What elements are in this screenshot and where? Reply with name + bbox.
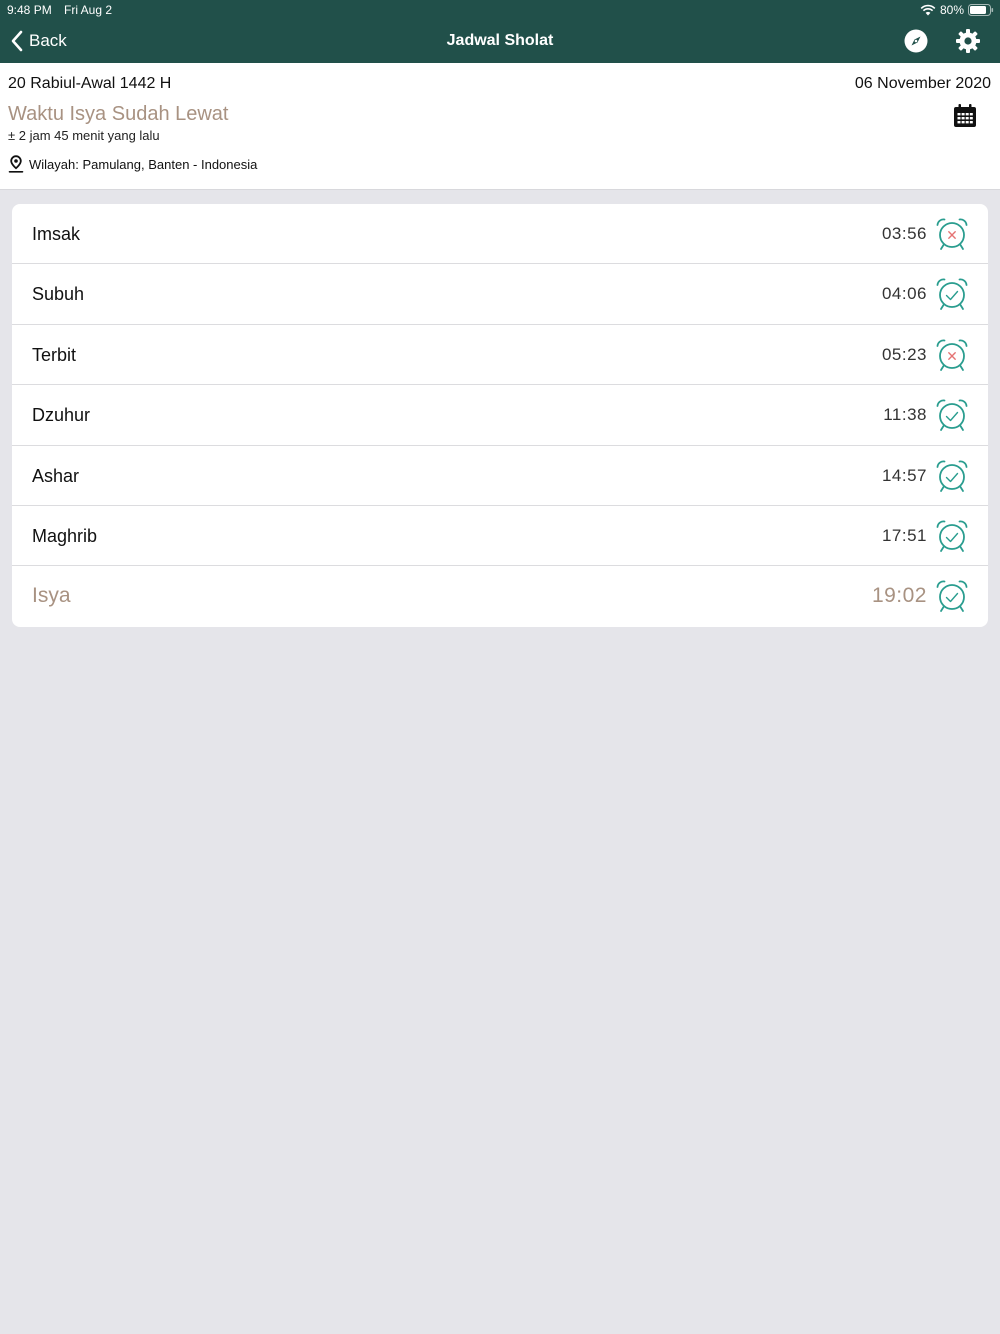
prayer-name: Ashar bbox=[32, 465, 80, 486]
battery-percent: 80% bbox=[939, 3, 964, 17]
battery-icon bbox=[968, 4, 994, 16]
alarm-on-icon[interactable] bbox=[935, 519, 969, 553]
page-title: Jadwal Sholat bbox=[446, 32, 554, 49]
prayer-time: 11:38 bbox=[883, 405, 927, 425]
prayer-name: Subuh bbox=[32, 284, 85, 305]
alarm-on-icon[interactable] bbox=[935, 459, 969, 493]
prayer-name: Terbit bbox=[32, 344, 77, 365]
time-ago: ± 2 jam 45 menit yang lalu bbox=[8, 128, 160, 143]
alarm-on-icon[interactable] bbox=[935, 398, 969, 432]
prayer-row-maghrib[interactable]: Maghrib 17:51 bbox=[12, 506, 988, 567]
gear-icon[interactable] bbox=[955, 28, 981, 54]
prayer-times-list: Imsak 03:56 Subuh 04:06 Terbit 05:23 Dzu… bbox=[12, 204, 988, 627]
region-info: Wilayah: Pamulang, Banten - Indonesia bbox=[8, 155, 257, 173]
alarm-on-icon[interactable] bbox=[935, 277, 969, 311]
wifi-icon bbox=[920, 4, 936, 16]
prayer-time: 04:06 bbox=[881, 284, 927, 304]
date-info-panel: 20 Rabiul-Awal 1442 H 06 November 2020 W… bbox=[0, 63, 1000, 190]
prayer-name: Maghrib bbox=[32, 525, 98, 546]
prayer-time: 19:02 bbox=[871, 584, 927, 608]
prayer-time: 05:23 bbox=[881, 344, 927, 364]
prayer-time: 17:51 bbox=[881, 525, 927, 545]
hijri-date: 20 Rabiul-Awal 1442 H bbox=[8, 75, 172, 92]
gregorian-date: 06 November 2020 bbox=[854, 75, 991, 92]
prayer-time: 03:56 bbox=[881, 224, 927, 243]
prayer-name: Imsak bbox=[32, 224, 81, 244]
prayer-row-imsak[interactable]: Imsak 03:56 bbox=[12, 204, 988, 265]
status-day: Fri Aug 2 bbox=[64, 3, 113, 17]
prayer-row-subuh[interactable]: Subuh 04:06 bbox=[12, 264, 988, 325]
alarm-off-icon[interactable] bbox=[935, 338, 969, 372]
prayer-row-dzuhur[interactable]: Dzuhur 11:38 bbox=[12, 385, 988, 446]
compass-icon[interactable] bbox=[903, 28, 929, 54]
alarm-on-icon[interactable] bbox=[935, 579, 969, 613]
prayer-name: Dzuhur bbox=[32, 405, 91, 426]
prayer-status-message: Waktu Isya Sudah Lewat bbox=[8, 103, 229, 125]
prayer-name: Isya bbox=[32, 584, 71, 608]
prayer-row-ashar[interactable]: Ashar 14:57 bbox=[12, 446, 988, 506]
prayer-row-isya[interactable]: Isya 19:02 bbox=[12, 566, 988, 626]
location-pin-icon bbox=[8, 155, 24, 173]
navigation-bar: 9:48 PM Fri Aug 2 80% Back Jadwal Sholat bbox=[0, 0, 1000, 63]
status-indicators: 80% bbox=[920, 2, 994, 18]
status-time: 9:48 PM bbox=[7, 3, 52, 17]
region-label: Wilayah: Pamulang, Banten - Indonesia bbox=[29, 156, 258, 172]
alarm-off-icon[interactable] bbox=[935, 217, 969, 251]
prayer-time: 14:57 bbox=[881, 465, 927, 485]
prayer-row-terbit[interactable]: Terbit 05:23 bbox=[12, 325, 988, 386]
calendar-icon[interactable] bbox=[954, 104, 976, 127]
